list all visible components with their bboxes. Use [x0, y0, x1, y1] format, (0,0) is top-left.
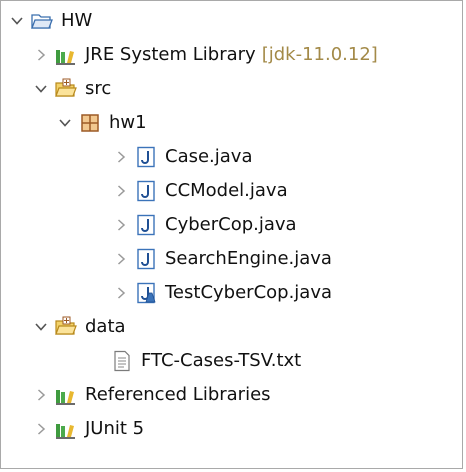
- chevron-right-icon[interactable]: [31, 38, 51, 72]
- tree-item-label: JUnit 5: [85, 418, 145, 439]
- chevron-right-icon[interactable]: [111, 208, 131, 242]
- tree-item-java-test-file[interactable]: TestCyberCop.java: [111, 276, 332, 310]
- chevron-right-icon[interactable]: [111, 242, 131, 276]
- chevron-right-icon[interactable]: [111, 174, 131, 208]
- tree-item-label: data: [85, 316, 126, 337]
- tree-item-jre-system-library[interactable]: JRE System Library [jdk-11.0.12]: [31, 38, 378, 72]
- tree-item-label: FTC-Cases-TSV.txt: [141, 350, 302, 371]
- tree-item-label: CCModel.java: [165, 180, 288, 201]
- tree-item-label: CyberCop.java: [165, 214, 297, 235]
- tree-item-label: JRE System Library: [85, 44, 256, 65]
- java-file-icon: [135, 248, 157, 270]
- java-test-file-icon: [135, 282, 157, 304]
- tree-item-label: src: [85, 78, 112, 99]
- library-icon: [55, 384, 77, 406]
- tree-item-src-folder[interactable]: src: [31, 72, 111, 106]
- tree-item-java-file[interactable]: CyberCop.java: [111, 208, 297, 242]
- source-folder-icon: [55, 316, 77, 338]
- tree-item-label: Case.java: [165, 146, 253, 167]
- source-folder-icon: [55, 78, 77, 100]
- tree-item-label: SearchEngine.java: [165, 248, 332, 269]
- tree-item-data-folder[interactable]: data: [31, 310, 126, 344]
- tree-item-java-file[interactable]: CCModel.java: [111, 174, 288, 208]
- project-folder-icon: [31, 10, 53, 32]
- tree-item-package-hw1[interactable]: hw1: [55, 106, 147, 140]
- java-file-icon: [135, 146, 157, 168]
- tree-item-referenced-libraries[interactable]: Referenced Libraries: [31, 378, 271, 412]
- tree-item-label: HW: [61, 10, 93, 31]
- tree-item-java-file[interactable]: Case.java: [111, 140, 253, 174]
- jdk-version-decoration: [jdk-11.0.12]: [261, 44, 378, 65]
- chevron-right-icon[interactable]: [31, 412, 51, 446]
- text-file-icon: [111, 350, 133, 372]
- chevron-right-icon[interactable]: [111, 140, 131, 174]
- tree-item-junit-library[interactable]: JUnit 5: [31, 412, 144, 446]
- chevron-down-icon[interactable]: [7, 4, 27, 38]
- chevron-down-icon[interactable]: [31, 310, 51, 344]
- tree-item-text-file[interactable]: FTC-Cases-TSV.txt: [87, 344, 301, 378]
- tree-item-label: Referenced Libraries: [85, 384, 271, 405]
- chevron-right-icon[interactable]: [111, 276, 131, 310]
- java-file-icon: [135, 214, 157, 236]
- tree-item-project-hw[interactable]: HW: [7, 4, 92, 38]
- package-explorer-tree: HW JRE System Library [jdk-11.0.12] src …: [0, 0, 463, 469]
- library-icon: [55, 418, 77, 440]
- chevron-down-icon[interactable]: [55, 106, 75, 140]
- package-icon: [79, 112, 101, 134]
- tree-item-java-file[interactable]: SearchEngine.java: [111, 242, 332, 276]
- chevron-down-icon[interactable]: [31, 72, 51, 106]
- tree-item-label: hw1: [109, 112, 147, 133]
- tree-item-label: TestCyberCop.java: [165, 282, 333, 303]
- java-file-icon: [135, 180, 157, 202]
- library-icon: [55, 44, 77, 66]
- chevron-right-icon[interactable]: [31, 378, 51, 412]
